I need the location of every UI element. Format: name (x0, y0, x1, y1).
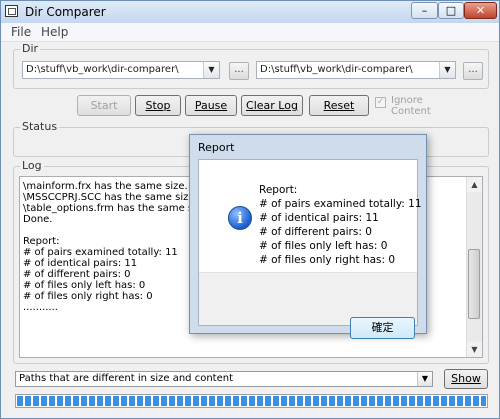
log-line: # of files only right has: 0 (23, 291, 153, 302)
log-line: # of different pairs: 0 (23, 269, 131, 280)
report-line: # of pairs examined totally: 11 (259, 198, 422, 210)
log-line: ........... (23, 302, 58, 313)
scroll-down-icon[interactable]: ▼ (467, 342, 482, 357)
dialog-title: Report (198, 141, 235, 154)
info-icon: i (228, 206, 252, 230)
title-bar[interactable]: Dir Comparer – □ ✕ (1, 1, 499, 24)
dir-group: Dir D:\stuff\vb_work\dir-comparer\ ▼ ...… (13, 42, 489, 89)
log-line: # of identical pairs: 11 (23, 258, 138, 269)
window-title: Dir Comparer (25, 5, 106, 19)
dialog-body: i Report: # of pairs examined totally: 1… (198, 159, 422, 339)
chevron-down-icon[interactable]: ▼ (439, 62, 455, 78)
pause-button[interactable]: Pause (185, 95, 237, 116)
reset-label: Reset (323, 99, 355, 112)
ignore-content-checkbox[interactable]: ✓ (375, 97, 386, 108)
log-line: Report: (23, 236, 60, 247)
chevron-down-icon[interactable]: ▼ (417, 372, 432, 386)
show-button[interactable]: Show (444, 369, 488, 389)
report-line: # of identical pairs: 11 (259, 212, 379, 224)
filter-value: Paths that are different in size and con… (19, 373, 233, 384)
menu-file[interactable]: File (11, 25, 31, 39)
stop-button[interactable]: Stop (135, 95, 181, 116)
filter-combo[interactable]: Paths that are different in size and con… (15, 371, 433, 387)
chevron-down-icon[interactable]: ▼ (203, 62, 219, 78)
pause-label: Pause (194, 99, 228, 112)
stop-label: Stop (145, 99, 171, 112)
log-line: Done. (23, 214, 53, 225)
log-line: # of pairs examined totally: 11 (23, 247, 178, 258)
report-line: # of files only left has: 0 (259, 240, 388, 252)
progress-bar (15, 394, 488, 408)
status-group-label: Status (20, 120, 60, 133)
right-dir-value: D:\stuff\vb_work\dir-comparer\ (260, 64, 413, 75)
start-label: Start (90, 99, 118, 112)
progress-fill (17, 396, 486, 406)
maximize-button[interactable]: □ (438, 2, 464, 19)
show-label: Show (451, 372, 481, 385)
right-dir-combo[interactable]: D:\stuff\vb_work\dir-comparer\ ▼ (256, 61, 456, 79)
browse-right-button[interactable]: ... (463, 62, 483, 80)
start-button[interactable]: Start (77, 95, 131, 116)
log-group-label: Log (20, 159, 44, 172)
left-dir-value: D:\stuff\vb_work\dir-comparer\ (26, 64, 179, 75)
ignore-content-label: Ignore Content (391, 95, 431, 117)
minimize-button[interactable]: – (411, 2, 438, 19)
log-line: \table_options.frm has the same size. (23, 203, 211, 214)
clear-log-label: Clear Log (246, 99, 298, 112)
log-line: \mainform.frx has the same size. (23, 181, 188, 192)
report-line: # of different pairs: 0 (259, 226, 372, 238)
menu-bar: File Help (1, 23, 499, 42)
app-icon (5, 5, 18, 17)
reset-button[interactable]: Reset (309, 95, 369, 116)
menu-help[interactable]: Help (41, 25, 68, 39)
dir-group-label: Dir (20, 42, 41, 55)
log-scrollbar[interactable]: ▲ ▼ (466, 177, 482, 357)
log-line: # of files only left has: 0 (23, 280, 146, 291)
log-line: \MSSCCPRJ.SCC has the same size. (23, 192, 198, 203)
left-dir-combo[interactable]: D:\stuff\vb_work\dir-comparer\ ▼ (22, 61, 220, 79)
report-line: # of files only right has: 0 (259, 254, 396, 266)
clear-log-button[interactable]: Clear Log (241, 95, 303, 116)
app-window: Dir Comparer – □ ✕ File Help Dir D:\stuf… (0, 0, 500, 419)
scroll-thumb[interactable] (468, 249, 480, 319)
browse-left-button[interactable]: ... (229, 62, 249, 80)
report-dialog: Report i Report: # of pairs examined tot… (189, 134, 427, 339)
ok-button[interactable]: 確定 (350, 317, 415, 339)
close-button[interactable]: ✕ (464, 2, 497, 19)
scroll-up-icon[interactable]: ▲ (467, 177, 482, 192)
report-line: Report: (259, 184, 298, 196)
